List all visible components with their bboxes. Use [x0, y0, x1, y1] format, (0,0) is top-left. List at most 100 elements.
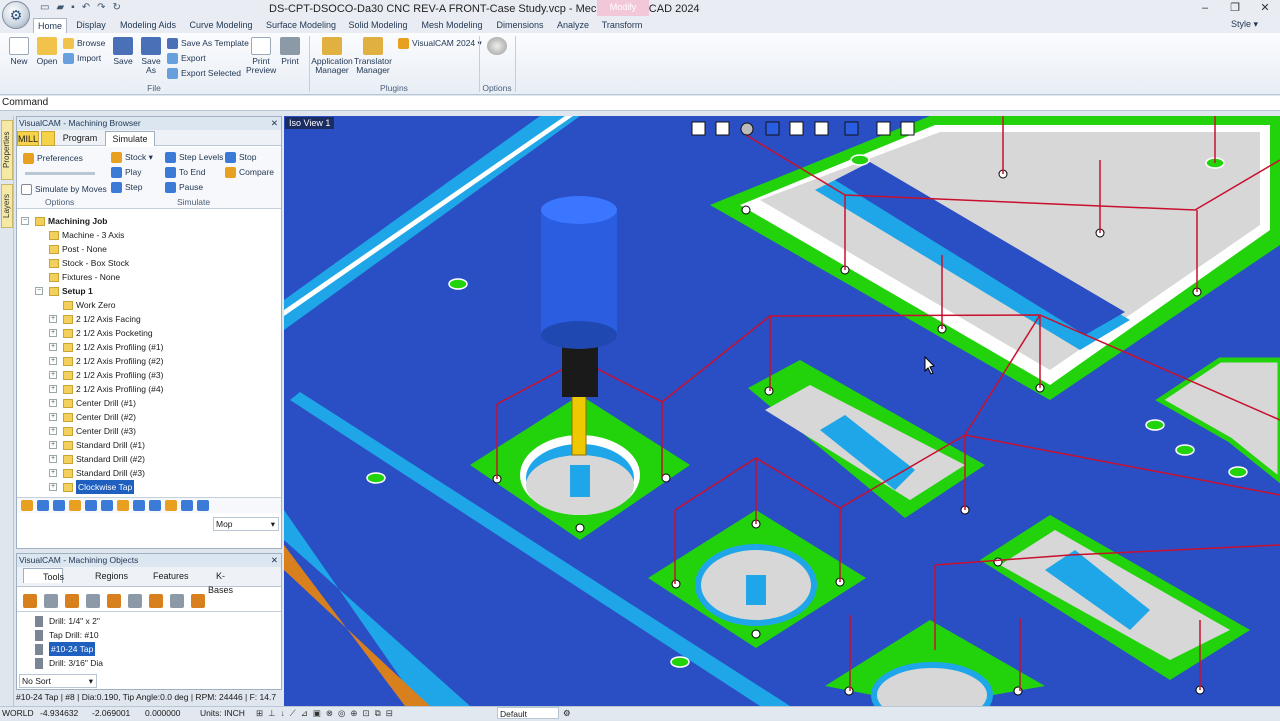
application-manager-button[interactable]: Application Manager: [311, 37, 353, 75]
new-button[interactable]: New: [6, 37, 32, 66]
properties-tab[interactable]: Properties: [1, 120, 13, 180]
expand-toggle-icon[interactable]: +: [49, 315, 57, 323]
tab-simulate[interactable]: Simulate: [105, 131, 155, 146]
tool-type-icon[interactable]: [86, 594, 100, 608]
step-levels-button[interactable]: Step Levels: [165, 152, 223, 164]
tab-display[interactable]: Display: [72, 18, 110, 33]
units-indicator[interactable]: Units: INCH: [200, 707, 245, 720]
qat-redo-icon[interactable]: ↷: [97, 2, 105, 13]
save-as-button[interactable]: Save As: [138, 37, 164, 75]
tool-list-item[interactable]: Drill: 3/16" Dia: [35, 656, 103, 670]
restore-button[interactable]: ❐: [1220, 0, 1250, 18]
tree-item[interactable]: +2 1/2 Axis Profiling (#2): [49, 354, 163, 368]
tab-transform[interactable]: Transform: [600, 18, 644, 33]
tree-item[interactable]: + Standard Drill (#3): [49, 466, 145, 480]
expand-toggle-icon[interactable]: +: [49, 357, 57, 365]
tree-item[interactable]: Work Zero: [49, 298, 116, 312]
expand-toggle-icon[interactable]: +: [49, 329, 57, 337]
print-button[interactable]: Print: [277, 37, 303, 66]
browse-button[interactable]: Browse: [63, 38, 105, 50]
print-preview-button[interactable]: Print Preview: [246, 37, 276, 75]
top-view-icon[interactable]: [765, 121, 780, 136]
coord-system[interactable]: WORLD: [2, 707, 34, 720]
tab-curve-modeling[interactable]: Curve Modeling: [188, 18, 254, 33]
expand-toggle-icon[interactable]: +: [49, 399, 57, 407]
tree-item[interactable]: +2 1/2 Axis Profiling (#4): [49, 382, 163, 396]
tab-analyze[interactable]: Analyze: [555, 18, 591, 33]
import-button[interactable]: Import: [63, 53, 101, 65]
tab-program[interactable]: Program: [59, 131, 101, 146]
options-button[interactable]: [484, 37, 510, 57]
front-view-icon[interactable]: [789, 121, 804, 136]
expand-toggle-icon[interactable]: +: [49, 371, 57, 379]
to-end-button[interactable]: To End: [165, 167, 205, 179]
qat-open-icon[interactable]: ▰: [56, 2, 64, 13]
qat-save-icon[interactable]: ▪: [71, 2, 75, 13]
tree-item[interactable]: + Clockwise Tap: [49, 480, 135, 494]
stop-button[interactable]: Stop: [225, 152, 257, 164]
open-button[interactable]: Open: [34, 37, 60, 66]
panel-close-icon[interactable]: ✕: [271, 554, 278, 566]
tool-type-icon[interactable]: [149, 594, 163, 608]
expand-toggle-icon[interactable]: +: [49, 385, 57, 393]
step-button[interactable]: Step: [111, 182, 143, 194]
expand-toggle-icon[interactable]: +: [49, 343, 57, 351]
tree-item[interactable]: + Center Drill (#2): [49, 410, 136, 424]
right-view-icon[interactable]: [814, 121, 829, 136]
operation-tool-icon[interactable]: [101, 500, 113, 511]
command-bar[interactable]: Command: [0, 96, 1280, 111]
mill-options-icon[interactable]: [41, 131, 55, 146]
zoom-extents-icon[interactable]: [691, 121, 706, 136]
save-as-template-button[interactable]: Save As Template: [167, 38, 249, 50]
tree-item[interactable]: + Center Drill (#3): [49, 424, 136, 438]
tree-item[interactable]: Stock - Box Stock: [35, 256, 129, 270]
operation-tool-icon[interactable]: [197, 500, 209, 511]
operation-tool-icon[interactable]: [165, 500, 177, 511]
qat-undo-icon[interactable]: ↶: [82, 2, 90, 13]
compare-button[interactable]: Compare: [225, 167, 274, 179]
tab-regions[interactable]: Regions: [71, 568, 128, 583]
operation-tool-icon[interactable]: [181, 500, 193, 511]
tab-tools[interactable]: Tools: [23, 568, 64, 583]
preferences-button[interactable]: Preferences: [23, 153, 83, 165]
stock-button[interactable]: Stock ▾: [111, 152, 153, 164]
tree-item[interactable]: +2 1/2 Axis Pocketing: [49, 326, 153, 340]
tree-item[interactable]: Post - None: [35, 242, 107, 256]
expand-toggle-icon[interactable]: +: [49, 469, 57, 477]
operation-tool-icon[interactable]: [133, 500, 145, 511]
visualcam-menu[interactable]: VisualCAM 2024 ▾: [398, 38, 482, 50]
expand-toggle-icon[interactable]: +: [49, 427, 57, 435]
tab-features[interactable]: Features: [125, 568, 189, 583]
expand-toggle-icon[interactable]: +: [49, 413, 57, 421]
play-button[interactable]: Play: [111, 167, 142, 179]
tab-dimensions[interactable]: Dimensions: [494, 18, 546, 33]
zoom-window-icon[interactable]: [715, 121, 730, 136]
tree-item[interactable]: +2 1/2 Axis Profiling (#3): [49, 368, 163, 382]
close-button[interactable]: ✕: [1250, 0, 1280, 18]
tree-item[interactable]: +2 1/2 Axis Profiling (#1): [49, 340, 163, 354]
gear-icon[interactable]: ⚙: [563, 707, 571, 720]
rotate-view-icon[interactable]: [876, 121, 891, 136]
tool-type-icon[interactable]: [23, 594, 37, 608]
tool-type-icon[interactable]: [44, 594, 58, 608]
expand-toggle-icon[interactable]: +: [49, 441, 57, 449]
expand-toggle-icon[interactable]: +: [49, 483, 57, 491]
expand-toggle-icon[interactable]: −: [35, 287, 43, 295]
app-menu-button[interactable]: ⚙: [2, 1, 30, 29]
tool-type-icon[interactable]: [170, 594, 184, 608]
operation-tool-icon[interactable]: [85, 500, 97, 511]
tool-type-icon[interactable]: [128, 594, 142, 608]
tree-item[interactable]: +2 1/2 Axis Facing: [49, 312, 141, 326]
operation-tool-icon[interactable]: [117, 500, 129, 511]
export-button[interactable]: Export: [167, 53, 206, 65]
layer-select[interactable]: Default: [497, 707, 559, 719]
qat-new-icon[interactable]: ▭: [40, 2, 49, 13]
tool-type-icon[interactable]: [191, 594, 205, 608]
tab-surface-modeling[interactable]: Surface Modeling: [264, 18, 338, 33]
tab-modeling-aids[interactable]: Modeling Aids: [117, 18, 179, 33]
style-menu[interactable]: Style ▾: [1231, 19, 1258, 30]
tool-type-icon[interactable]: [65, 594, 79, 608]
tool-list-item[interactable]: Tap Drill: #10: [35, 628, 99, 642]
simulate-by-moves-checkbox[interactable]: Simulate by Moves: [21, 184, 107, 196]
tab-solid-modeling[interactable]: Solid Modeling: [346, 18, 410, 33]
